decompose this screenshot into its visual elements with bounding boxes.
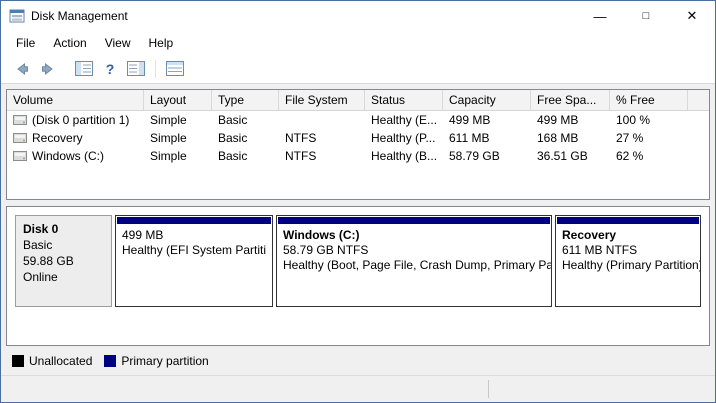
cell-layout: Simple (144, 113, 212, 127)
partition-size: 499 MB (122, 228, 266, 243)
menu-help[interactable]: Help (140, 33, 183, 53)
client-area: Volume Layout Type File System Status Ca… (1, 84, 715, 375)
help-icon[interactable]: ? (99, 59, 121, 79)
legend-label: Unallocated (29, 354, 92, 368)
column-volume[interactable]: Volume (7, 90, 144, 110)
cell-file-system: NTFS (279, 149, 365, 163)
cell-free-space: 168 MB (531, 131, 610, 145)
toolbar-separator (155, 60, 156, 78)
partition-text: 499 MB Healthy (EFI System Partiti (116, 224, 272, 258)
volume-icon (13, 150, 27, 162)
partition-status: Healthy (EFI System Partiti (122, 243, 266, 258)
partition-size: 611 MB NTFS (562, 243, 694, 258)
cell-percent-free: 100 % (610, 113, 688, 127)
partition-status: Healthy (Primary Partition) (562, 258, 694, 273)
cell-free-space: 36.51 GB (531, 149, 610, 163)
disk-type: Basic (23, 237, 104, 253)
volume-name: Windows (C:) (32, 149, 104, 163)
cell-percent-free: 27 % (610, 131, 688, 145)
volume-list-panel: Volume Layout Type File System Status Ca… (6, 89, 710, 200)
column-free-space[interactable]: Free Spa... (531, 90, 610, 110)
cell-percent-free: 62 % (610, 149, 688, 163)
legend-label: Primary partition (121, 354, 208, 368)
cell-capacity: 611 MB (443, 131, 531, 145)
disk-graphical-panel: Disk 0 Basic 59.88 GB Online 499 MB Heal… (6, 206, 710, 346)
partition-text: Recovery 611 MB NTFS Healthy (Primary Pa… (556, 224, 700, 273)
cell-file-system: NTFS (279, 131, 365, 145)
cell-layout: Simple (144, 149, 212, 163)
titlebar: Disk Management — □ ✕ (1, 1, 715, 31)
volume-name: Recovery (32, 131, 83, 145)
unallocated-swatch (12, 355, 24, 367)
disk0-row: Disk 0 Basic 59.88 GB Online 499 MB Heal… (15, 215, 701, 307)
table-row[interactable]: Windows (C:) Simple Basic NTFS Healthy (… (7, 147, 709, 165)
partition-status: Healthy (Boot, Page File, Crash Dump, Pr… (283, 258, 545, 273)
cell-free-space: 499 MB (531, 113, 610, 127)
cell-status: Healthy (E... (365, 113, 443, 127)
details-view-icon[interactable] (164, 59, 186, 79)
partition-windows-c[interactable]: Windows (C:) 58.79 GB NTFS Healthy (Boot… (276, 215, 552, 307)
disk-management-app-icon (9, 8, 25, 24)
cell-capacity: 499 MB (443, 113, 531, 127)
menu-action[interactable]: Action (44, 33, 95, 53)
volume-table-header: Volume Layout Type File System Status Ca… (7, 90, 709, 111)
disk-status: Online (23, 269, 104, 285)
column-type[interactable]: Type (212, 90, 279, 110)
column-layout[interactable]: Layout (144, 90, 212, 110)
menu-view[interactable]: View (96, 33, 140, 53)
legend: Unallocated Primary partition (6, 346, 710, 370)
cell-capacity: 58.79 GB (443, 149, 531, 163)
window-title: Disk Management (31, 9, 128, 23)
cell-status: Healthy (B... (365, 149, 443, 163)
disk-name: Disk 0 (23, 221, 104, 237)
status-bar (1, 375, 715, 402)
column-file-system[interactable]: File System (279, 90, 365, 110)
primary-partition-color-bar (557, 217, 699, 224)
close-button[interactable]: ✕ (669, 1, 715, 31)
menubar: File Action View Help (1, 31, 715, 54)
legend-item-unallocated: Unallocated (12, 354, 92, 368)
disk-management-window: Disk Management — □ ✕ File Action View H… (0, 0, 716, 403)
volume-icon (13, 114, 27, 126)
maximize-button[interactable]: □ (623, 1, 669, 31)
minimize-button[interactable]: — (577, 1, 623, 31)
column-capacity[interactable]: Capacity (443, 90, 531, 110)
help-glyph: ? (106, 61, 115, 77)
disk0-info-box[interactable]: Disk 0 Basic 59.88 GB Online (15, 215, 112, 307)
menu-file[interactable]: File (7, 33, 44, 53)
disk-size: 59.88 GB (23, 253, 104, 269)
legend-item-primary-partition: Primary partition (104, 354, 208, 368)
forward-icon[interactable] (37, 59, 59, 79)
table-row[interactable]: Recovery Simple Basic NTFS Healthy (P...… (7, 129, 709, 147)
column-percent-free[interactable]: % Free (610, 90, 688, 110)
partition-size: 58.79 GB NTFS (283, 243, 545, 258)
toolbar: ? (1, 54, 715, 84)
cell-status: Healthy (P... (365, 131, 443, 145)
primary-partition-color-bar (278, 217, 550, 224)
status-bar-divider (488, 380, 489, 398)
column-status[interactable]: Status (365, 90, 443, 110)
partition-text: Windows (C:) 58.79 GB NTFS Healthy (Boot… (277, 224, 551, 273)
console-tree-icon[interactable] (73, 59, 95, 79)
volume-icon (13, 132, 27, 144)
primary-partition-color-bar (117, 217, 271, 224)
action-pane-icon[interactable] (125, 59, 147, 79)
cell-layout: Simple (144, 131, 212, 145)
cell-type: Basic (212, 113, 279, 127)
cell-volume: Recovery (7, 131, 144, 145)
partition-name: Recovery (562, 228, 694, 243)
table-row[interactable]: (Disk 0 partition 1) Simple Basic Health… (7, 111, 709, 129)
primary-partition-swatch (104, 355, 116, 367)
partition-name: Windows (C:) (283, 228, 545, 243)
cell-type: Basic (212, 149, 279, 163)
partition-recovery[interactable]: Recovery 611 MB NTFS Healthy (Primary Pa… (555, 215, 701, 307)
partition-efi-system[interactable]: 499 MB Healthy (EFI System Partiti (115, 215, 273, 307)
column-filler (688, 90, 709, 110)
cell-volume: Windows (C:) (7, 149, 144, 163)
cell-type: Basic (212, 131, 279, 145)
window-controls: — □ ✕ (577, 1, 715, 31)
back-icon[interactable] (11, 59, 33, 79)
volume-name: (Disk 0 partition 1) (32, 113, 129, 127)
cell-volume: (Disk 0 partition 1) (7, 113, 144, 127)
